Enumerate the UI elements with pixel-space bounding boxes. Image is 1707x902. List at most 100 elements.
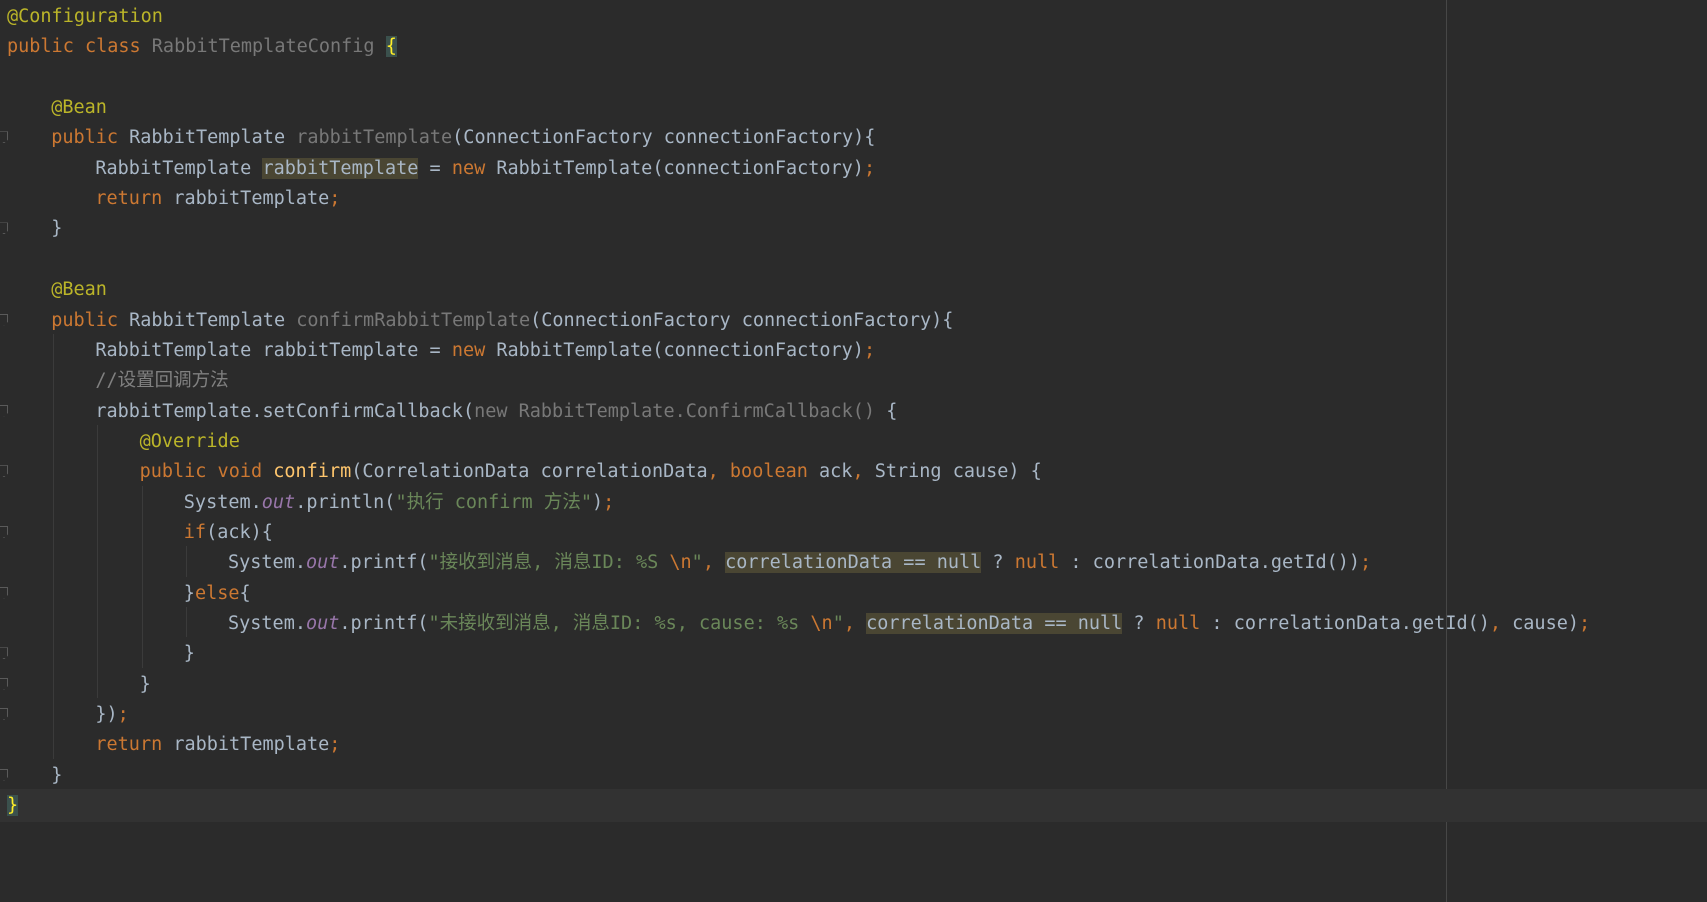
code-token: correlationData == null — [725, 552, 982, 574]
code-text: }else{ — [184, 577, 251, 610]
code-token: out — [261, 491, 296, 513]
code-token: ? — [981, 552, 1015, 574]
code-line[interactable]: public class RabbitTemplateConfig { — [0, 30, 1707, 63]
fold-marker-icon[interactable] — [0, 708, 8, 721]
code-line[interactable] — [0, 243, 1707, 276]
code-token: } — [183, 582, 195, 604]
code-text: public void confirm(CorrelationData corr… — [140, 455, 1042, 488]
code-token: { — [875, 400, 898, 422]
code-token: ; — [329, 188, 341, 210]
code-token: ; — [117, 704, 129, 726]
code-token: return — [95, 188, 174, 210]
fold-marker-icon[interactable] — [0, 647, 8, 660]
code-text: rabbitTemplate.setConfirmCallback(new Ra… — [95, 395, 897, 428]
code-line[interactable]: public void confirm(CorrelationData corr… — [0, 455, 1707, 488]
code-token: String cause) { — [874, 461, 1042, 483]
code-line[interactable]: //设置回调方法 — [0, 364, 1707, 397]
code-text: System.out.println("执行 confirm 方法"); — [184, 486, 614, 519]
code-token: , — [852, 461, 875, 483]
fold-marker-icon[interactable] — [0, 131, 8, 144]
code-token: , — [1489, 613, 1513, 634]
fold-marker-icon[interactable] — [0, 768, 8, 781]
fold-marker-icon[interactable] — [0, 677, 8, 690]
code-text: } — [51, 759, 62, 792]
code-line[interactable]: } — [0, 668, 1707, 701]
code-token: ; — [863, 157, 876, 179]
code-token: System. — [183, 491, 262, 513]
code-token: public — [51, 127, 130, 149]
code-line[interactable]: System.out.printf("未接收到消息, 消息ID: %s, cau… — [0, 607, 1707, 640]
code-token: , — [707, 461, 730, 483]
fold-marker-icon[interactable] — [0, 222, 8, 235]
code-token: rabbitTemplate — [262, 157, 419, 179]
code-line[interactable]: rabbitTemplate.setConfirmCallback(new Ra… — [0, 395, 1707, 428]
code-line[interactable]: public RabbitTemplate rabbitTemplate(Con… — [0, 121, 1707, 154]
code-editor[interactable]: @Configuration public class RabbitTemplat… — [0, 0, 1707, 902]
code-text: public RabbitTemplate rabbitTemplate(Con… — [51, 121, 875, 154]
code-token: " — [832, 613, 844, 634]
code-line[interactable]: RabbitTemplate rabbitTemplate = new Rabb… — [0, 152, 1707, 185]
code-token: RabbitTemplate — [129, 309, 297, 331]
code-text: @Override — [140, 425, 240, 458]
code-token: (CorrelationData correlationData — [351, 461, 708, 483]
code-line[interactable]: if(ack){ — [0, 516, 1707, 549]
code-text: RabbitTemplate rabbitTemplate = new Rabb… — [95, 334, 875, 367]
code-token: new — [451, 339, 497, 361]
code-line[interactable]: }); — [0, 698, 1707, 731]
fold-marker-icon[interactable] — [0, 313, 8, 326]
code-line[interactable]: @Bean — [0, 91, 1707, 124]
fold-marker-icon[interactable] — [0, 404, 8, 417]
code-line[interactable]: @Configuration — [0, 0, 1707, 33]
code-token: } — [51, 764, 63, 786]
code-text: @Bean — [51, 273, 107, 306]
code-token: rabbitTemplate — [296, 127, 453, 149]
code-token: ; — [329, 734, 341, 756]
code-line[interactable] — [0, 61, 1707, 94]
code-line[interactable]: } — [0, 759, 1707, 792]
code-token: .printf( — [339, 613, 429, 634]
code-token: new RabbitTemplate.ConfirmCallback() — [474, 400, 876, 422]
fold-marker-icon[interactable] — [0, 586, 8, 599]
code-token: { — [239, 582, 251, 604]
code-token: ; — [1360, 552, 1372, 574]
code-text: @Bean — [51, 91, 107, 124]
code-token: ? — [1122, 613, 1156, 634]
code-text: System.out.printf("未接收到消息, 消息ID: %s, cau… — [228, 607, 1590, 640]
fold-marker-icon[interactable] — [0, 525, 8, 538]
code-token: : correlationData.getId() — [1200, 613, 1490, 634]
code-text: RabbitTemplate rabbitTemplate = new Rabb… — [95, 152, 875, 185]
code-text: } — [184, 637, 195, 670]
code-line[interactable]: System.out.printf("接收到消息, 消息ID: %S \n", … — [0, 546, 1707, 579]
code-token: RabbitTemplate(connectionFactory) — [496, 339, 864, 361]
code-token: confirmRabbitTemplate — [296, 309, 531, 331]
code-token: rabbitTemplate.setConfirmCallback( — [95, 400, 475, 422]
code-token: correlationData == null — [866, 613, 1123, 634]
code-line[interactable]: } — [0, 637, 1707, 670]
code-line[interactable]: public RabbitTemplate confirmRabbitTempl… — [0, 304, 1707, 337]
code-line[interactable]: } — [0, 789, 1707, 823]
code-text: } — [7, 789, 19, 822]
code-token: @Override — [139, 430, 240, 452]
code-token: } — [7, 795, 19, 817]
code-line[interactable]: RabbitTemplate rabbitTemplate = new Rabb… — [0, 334, 1707, 367]
code-line[interactable]: @Override — [0, 425, 1707, 458]
code-line[interactable]: } — [0, 212, 1707, 245]
code-token: cause) — [1512, 613, 1579, 634]
code-token: .println( — [295, 491, 396, 513]
code-line[interactable]: System.out.println("执行 confirm 方法"); — [0, 486, 1707, 519]
code-line[interactable]: return rabbitTemplate; — [0, 182, 1707, 215]
code-token: new — [451, 157, 497, 179]
code-token: public — [51, 309, 130, 331]
code-token: public class — [7, 36, 152, 58]
code-token: System. — [228, 552, 306, 574]
code-line[interactable]: return rabbitTemplate; — [0, 728, 1707, 761]
code-token: else — [194, 582, 240, 604]
code-text: public class RabbitTemplateConfig { — [7, 30, 397, 63]
code-token: if — [183, 521, 207, 543]
code-token: RabbitTemplate — [95, 157, 263, 179]
fold-marker-icon[interactable] — [0, 465, 8, 478]
code-line[interactable]: @Bean — [0, 273, 1707, 306]
code-token: System. — [228, 613, 306, 634]
code-line[interactable]: }else{ — [0, 577, 1707, 610]
code-text: System.out.printf("接收到消息, 消息ID: %S \n", … — [228, 546, 1371, 579]
